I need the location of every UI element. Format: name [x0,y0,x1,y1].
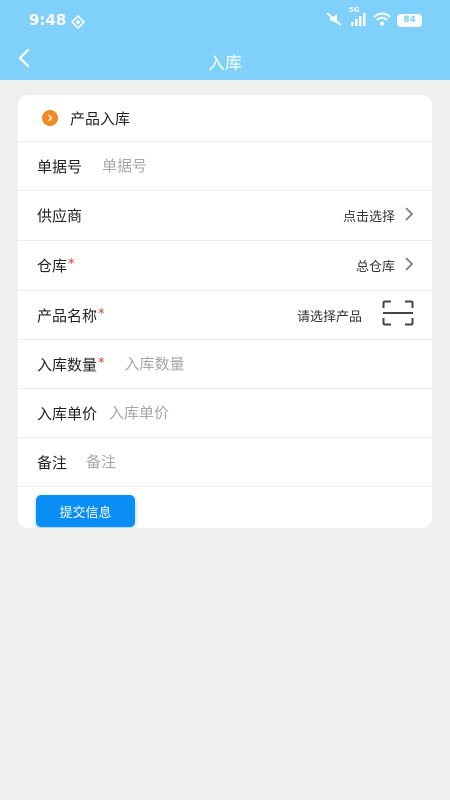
unit-price-label: 入库单价 [37,404,98,423]
app-header: 9:48 5G 84 入库 [0,0,450,80]
required-mark: * [68,257,75,272]
product-picker[interactable]: 请选择产品 [297,306,362,325]
inbound-form-card: 产品入库 单据号 供应商 点击选择 仓库* 总仓库 产品名称* [18,95,432,528]
status-time: 9:48 [29,11,67,29]
chevron-right-icon [405,256,414,275]
doc-no-label: 单据号 [37,157,83,176]
required-mark: * [98,355,105,371]
mute-vibrate-icon [325,11,343,30]
battery-icon: 84 [397,13,422,27]
warehouse-label: 仓库* [37,255,75,276]
product-name-label-text: 产品名称 [37,306,98,325]
supplier-picker[interactable]: 点击选择 [343,206,414,225]
unit-price-input[interactable] [109,404,310,422]
nav-bar: 入库 [0,40,450,80]
doc-no-row: 单据号 [18,142,432,191]
section-title: 产品入库 [70,109,131,128]
submit-area: 提交信息 [18,487,432,527]
signal-icon: 5G [349,6,367,30]
remark-row: 备注 [18,438,432,487]
remark-input[interactable] [86,453,287,471]
location-icon [70,14,86,30]
quantity-label-text: 入库数量 [37,355,98,374]
quantity-input[interactable] [124,355,325,373]
scan-button[interactable] [382,300,414,330]
status-bar: 9:48 5G 84 [0,0,450,40]
supplier-value: 点击选择 [342,210,395,225]
warehouse-picker[interactable]: 总仓库 [356,256,414,275]
wifi-icon [373,11,391,30]
status-icons: 5G 84 [325,6,422,30]
page-title: 入库 [208,54,242,74]
chevron-right-icon [405,206,414,225]
warehouse-label-text: 仓库 [37,257,68,275]
chevron-right-circle-icon [42,110,58,126]
warehouse-row[interactable]: 仓库* 总仓库 [18,241,432,291]
submit-button[interactable]: 提交信息 [36,495,135,527]
network-type-label: 5G [349,5,360,14]
required-mark: * [98,306,105,322]
quantity-label: 入库数量* [37,354,105,375]
section-header: 产品入库 [18,95,432,142]
unit-price-row: 入库单价 [18,389,432,438]
warehouse-value: 总仓库 [355,260,395,275]
product-value: 请选择产品 [296,309,362,325]
doc-no-input[interactable] [102,157,303,175]
remark-label: 备注 [37,453,68,472]
product-name-label: 产品名称* [37,305,105,326]
quantity-row: 入库数量* [18,340,432,389]
supplier-label: 供应商 [37,207,83,225]
product-name-row: 产品名称* 请选择产品 [18,291,432,340]
scan-icon [382,300,414,330]
supplier-row[interactable]: 供应商 点击选择 [18,191,432,241]
